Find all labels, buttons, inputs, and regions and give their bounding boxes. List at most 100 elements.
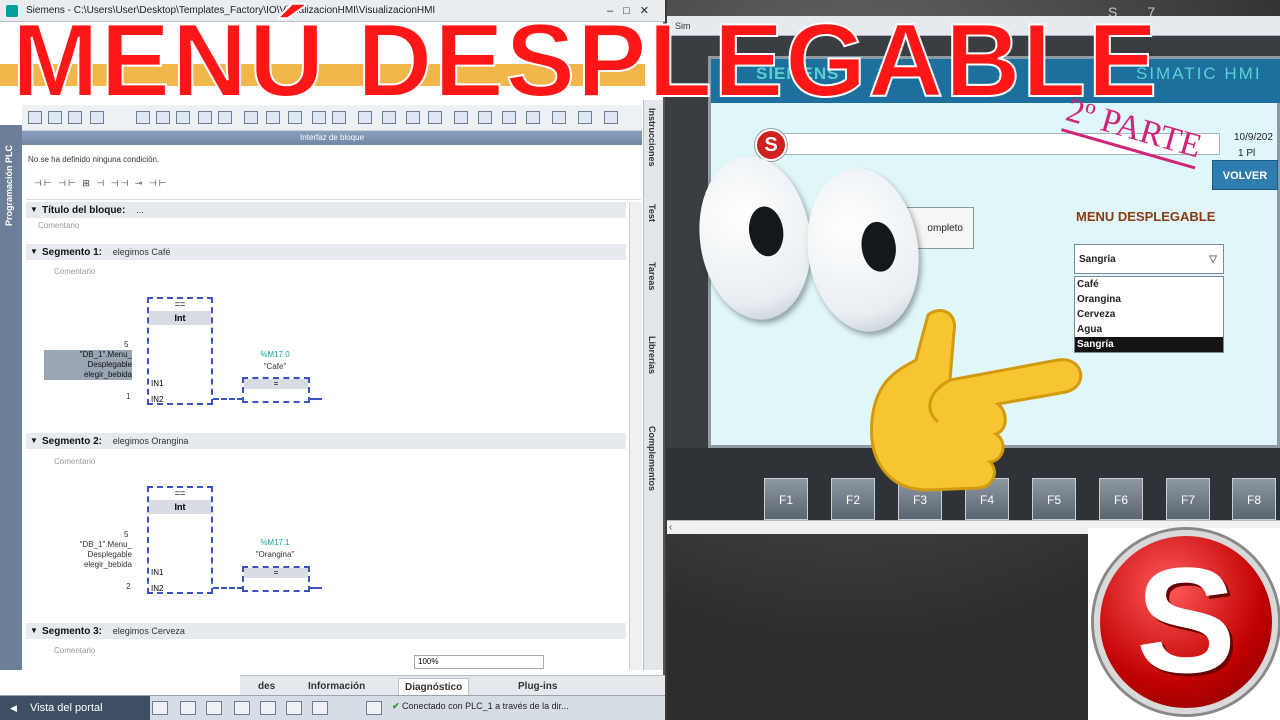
operand-in1[interactable]: "DB_1".Menu_ Desplegable elegir_bebida [44,350,132,380]
segment-comment-placeholder[interactable]: Comentario [54,267,95,276]
condition-text: No se ha definido ninguna condición. [28,155,160,164]
block-comment[interactable]: Comentario [38,221,79,230]
segment-comment-placeholder[interactable]: Comentario [54,646,95,655]
f7-key[interactable]: F7 [1166,478,1210,520]
compare-box[interactable]: == Int IN1 IN2 [147,486,213,594]
compare-operator: == [174,488,186,498]
coil-address: %M17.1 [260,538,290,547]
hmi-time: 1 Pl [1238,148,1256,159]
taskbar-icon[interactable] [312,701,328,715]
back-arrow-icon: ◀ [10,703,17,713]
wire [310,398,322,400]
video-title: MENÚ DESPLEGABLE [11,3,1160,119]
s-logo-big: S [1094,530,1278,714]
status-message: ✔ Conectado con PLC_1 a través de la dir… [392,701,569,712]
operand-in1[interactable]: "DB_1".Menu_ Desplegable elegir_bebida [44,540,132,570]
tia-taskbar: ◀ Vista del portal ✔ Conectado con PLC_1… [0,695,665,720]
coil-tag[interactable]: "Cafe" [250,362,300,371]
compare-type[interactable]: Int [149,500,211,514]
chevron-down-icon[interactable]: ▽ [1209,245,1217,275]
collapse-arrow-icon[interactable]: ▼ [30,433,38,449]
segment-header[interactable]: ▼ Segmento 1: elegimos Café [26,244,626,260]
operand-in2[interactable]: 1 [126,392,130,401]
compare-operator: == [174,299,186,309]
block-title-value: ... [136,205,144,215]
f8-key[interactable]: F8 [1232,478,1276,520]
ladder-instruction-favorites[interactable]: ⊣⊢ ⊣⊢ ⊞ ⊣ ⊣⊣ ⊸ ⊣⊢ [34,178,169,189]
volver-button[interactable]: VOLVER [1212,160,1278,190]
coil-address: %M17.0 [260,350,290,359]
block-interface-bar[interactable]: Interfaz de bloque [22,131,642,145]
portal-view-button[interactable]: ◀ Vista del portal [0,696,150,720]
pin-in1: IN1 [151,568,164,577]
f6-key[interactable]: F6 [1099,478,1143,520]
taskbar-icon[interactable] [152,701,168,715]
menu-title: MENU DESPLEGABLE [1076,209,1216,224]
segment-comment: elegimos Café [112,247,171,257]
tab-informacion[interactable]: Información [302,678,371,695]
segment-header[interactable]: ▼ Segmento 3: elegimos Cerveza [26,623,626,639]
tab-diagnostico[interactable]: Diagnóstico [398,678,470,695]
left-side-tab[interactable]: Programación PLC [0,125,22,670]
tab-propiedades[interactable]: des [252,678,281,695]
collapse-arrow-icon[interactable]: ▼ [30,623,38,639]
collapse-arrow-icon[interactable]: ▼ [30,244,38,260]
pupil-right [858,219,900,274]
inspector-tabs: des Información Diagnóstico Plug-ins [240,675,665,695]
ladder-editor[interactable]: ▼ Título del bloque: ... Comentario ▼ Se… [24,202,629,670]
block-title-label: Título del bloque: [42,205,126,216]
taskbar-icon[interactable] [234,701,250,715]
wire [310,587,322,589]
operand-in2[interactable]: 2 [126,582,130,591]
wire [213,398,243,400]
segment-label: Segmento 3: [42,626,103,637]
coil-symbol: = [244,568,308,578]
dropdown-value: Sangría [1079,254,1116,265]
coil-symbol: = [244,379,308,389]
segment-comment-placeholder[interactable]: Comentario [54,457,95,466]
pointing-hand-icon [870,309,1083,492]
condition-area: No se ha definido ninguna condición. ⊣⊢ … [26,152,641,200]
tab-complementos[interactable]: Complementos [647,426,657,491]
dropdown-option-cafe[interactable]: Café [1075,277,1223,292]
pin-in1: IN1 [151,379,164,388]
task-card-tabs: Instrucciones Test Tareas Librerías Comp… [643,100,663,670]
pupil-left [745,204,787,259]
editor-scrollbar[interactable] [629,202,642,670]
taskbar-icon[interactable] [366,701,382,715]
f1-key[interactable]: F1 [764,478,808,520]
status-text: Conectado con PLC_1 a través de la dir..… [402,701,569,711]
hmi-date: 10/9/202 [1234,132,1273,143]
connected-check-icon: ✔ [392,701,403,711]
operand-value: 5 [124,340,129,349]
taskbar-icon[interactable] [206,701,222,715]
tab-tareas[interactable]: Tareas [647,262,657,290]
taskbar-icon[interactable] [286,701,302,715]
segment-header[interactable]: ▼ Segmento 2: elegimos Orangina [26,433,626,449]
operand-value: 5 [124,530,129,539]
drink-dropdown[interactable]: Sangría ▽ [1074,244,1224,274]
segment-comment: elegimos Cerveza [112,626,185,636]
tab-test[interactable]: Test [647,204,657,222]
taskbar-icon[interactable] [180,701,196,715]
taskbar-icon[interactable] [260,701,276,715]
wire [213,587,243,589]
zoom-select[interactable]: 100% [414,655,544,669]
pin-in2: IN2 [151,395,164,404]
left-tab-label: Programación PLC [4,145,14,227]
s-logo-small: S [755,129,787,161]
segment-label: Segmento 1: [42,247,103,258]
segment-label: Segmento 2: [42,436,103,447]
tab-plugins[interactable]: Plug-ins [512,678,563,695]
compare-type[interactable]: Int [149,311,211,325]
coil-box[interactable]: = [242,377,310,403]
portal-view-label: Vista del portal [30,702,103,714]
compare-box[interactable]: == Int IN1 IN2 [147,297,213,405]
tab-librerias[interactable]: Librerías [647,336,657,374]
collapse-arrow-icon[interactable]: ▼ [30,202,38,218]
coil-box[interactable]: = [242,566,310,592]
block-title-header[interactable]: ▼ Título del bloque: ... [26,202,626,218]
segment-comment: elegimos Orangina [112,436,189,446]
pin-in2: IN2 [151,584,164,593]
coil-tag[interactable]: "Orangina" [240,550,310,559]
